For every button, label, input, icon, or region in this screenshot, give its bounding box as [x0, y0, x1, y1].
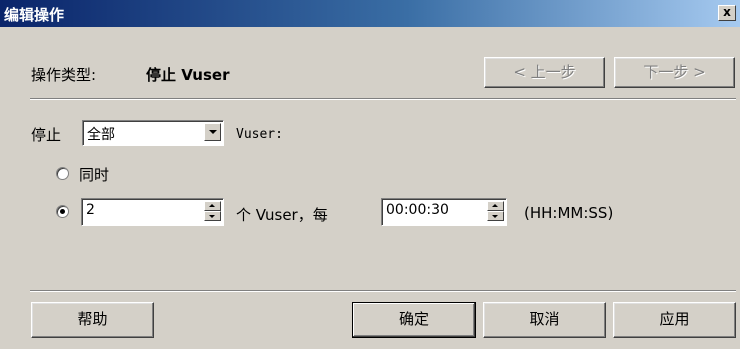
interval-stepper[interactable]: 00:00:30 — [381, 198, 507, 226]
edit-action-dialog: 编辑操作 x 操作类型: 停止 Vuser < 上一步 下一步 > 停止 全部 … — [0, 0, 740, 349]
simultaneous-radio[interactable] — [56, 167, 69, 180]
close-icon: x — [723, 5, 731, 19]
operation-type-value: 停止 Vuser — [146, 66, 230, 84]
prev-step-button[interactable]: < 上一步 — [484, 57, 605, 88]
time-format-hint: (HH:MM:SS) — [524, 204, 614, 222]
interval-value: 00:00:30 — [386, 202, 449, 218]
cancel-button[interactable]: 取消 — [483, 302, 606, 338]
vuser-suffix-label: Vuser: — [236, 127, 283, 142]
vuser-count-stepper[interactable]: 2 — [81, 198, 224, 226]
help-button[interactable]: 帮助 — [31, 302, 154, 338]
per-vuser-label: 个 Vuser，每 — [236, 206, 328, 224]
vuser-count-value: 2 — [86, 202, 95, 218]
title-bar: 编辑操作 x — [0, 0, 740, 27]
close-button[interactable]: x — [718, 5, 736, 21]
next-step-button[interactable]: 下一步 > — [614, 57, 735, 88]
gradual-radio[interactable] — [56, 205, 69, 218]
simultaneous-label: 同时 — [79, 166, 110, 184]
apply-button[interactable]: 应用 — [613, 302, 736, 338]
separator-bottom — [30, 290, 736, 292]
spin-up-icon[interactable] — [204, 201, 221, 211]
operation-type-label: 操作类型: — [31, 66, 97, 84]
window-title: 编辑操作 — [4, 6, 65, 24]
stop-label: 停止 — [31, 126, 62, 144]
interval-spinner[interactable] — [487, 201, 504, 221]
vuser-count-spinner[interactable] — [204, 201, 221, 221]
spin-up-icon[interactable] — [487, 201, 504, 211]
ok-button[interactable]: 确定 — [352, 302, 476, 338]
vuser-scope-value: 全部 — [87, 127, 115, 143]
spin-down-icon[interactable] — [204, 211, 221, 221]
separator-top — [30, 98, 736, 100]
chevron-down-icon[interactable] — [204, 123, 221, 141]
vuser-scope-select[interactable]: 全部 — [82, 120, 224, 146]
spin-down-icon[interactable] — [487, 211, 504, 221]
